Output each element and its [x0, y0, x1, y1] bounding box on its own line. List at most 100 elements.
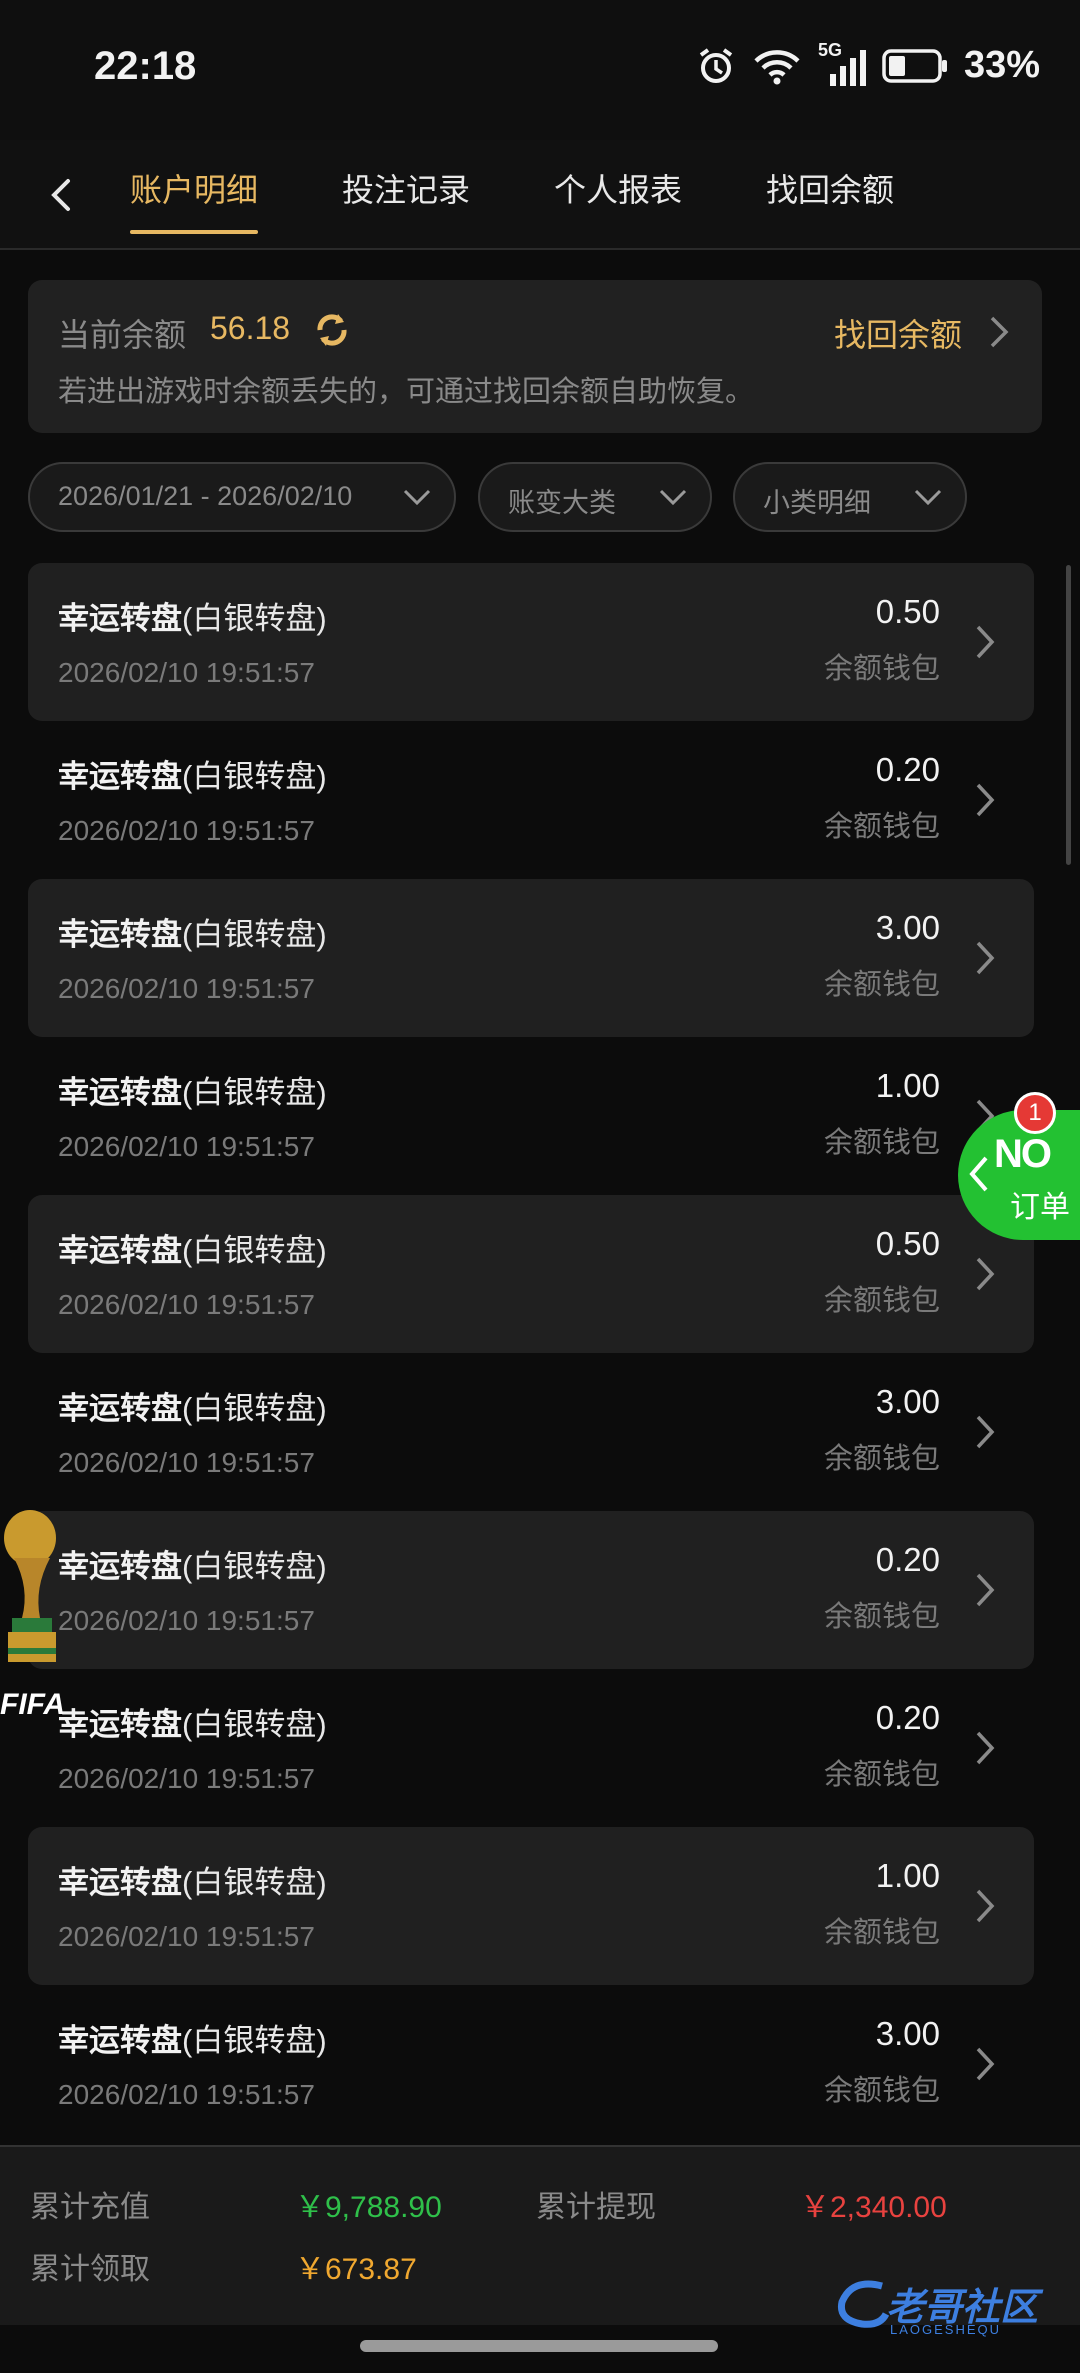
record-amount: 0.20	[875, 751, 940, 788]
trophy-float-icon[interactable]: FIFA	[0, 1508, 70, 1723]
top-nav: 账户明细 投注记录 个人报表 找回余额	[0, 140, 1080, 250]
record-amount: 3.00	[875, 909, 940, 946]
recover-balance-link[interactable]: 找回余额	[834, 310, 962, 356]
record-title: 幸运转盘(白银转盘)	[58, 1391, 327, 1426]
battery-percent: 33%	[963, 44, 1040, 86]
claim-label: 累计领取	[30, 2253, 150, 2286]
back-arrow-icon[interactable]	[30, 165, 90, 225]
chevron-right-icon	[976, 1889, 995, 1923]
record-row[interactable]: 幸运转盘(白银转盘) 2026/02/10 19:51:57 0.50 余额钱包	[28, 563, 1034, 721]
withdraw-value: ￥2,340.00	[800, 2191, 947, 2224]
record-amount: 0.50	[875, 1225, 940, 1262]
record-row[interactable]: 幸运转盘(白银转盘) 2026/02/10 19:51:57 0.20 余额钱包	[28, 1511, 1034, 1669]
record-row[interactable]: 幸运转盘(白银转盘) 2026/02/10 19:51:57 0.20 余额钱包	[28, 721, 1034, 879]
watermark-subtext: LAOGESHEQU	[890, 2322, 1002, 2337]
scrollbar[interactable]	[1066, 565, 1071, 865]
chevron-right-icon	[976, 1573, 995, 1607]
chevron-right-icon	[976, 625, 995, 659]
status-icons: 5G 33%	[696, 40, 1040, 87]
tab-recover-balance[interactable]: 找回余额	[766, 160, 894, 230]
record-subtitle: (白银转盘)	[182, 917, 327, 952]
signal-icon: 5G	[818, 40, 866, 86]
record-subtitle: (白银转盘)	[182, 759, 327, 794]
subcategory-filter[interactable]: 小类明细	[733, 462, 967, 532]
record-title: 幸运转盘(白银转盘)	[58, 1549, 327, 1584]
record-subtitle: (白银转盘)	[182, 1391, 327, 1426]
record-time: 2026/02/10 19:51:57	[58, 815, 315, 846]
tab-account-details[interactable]: 账户明细	[130, 160, 259, 234]
trophy-icon	[4, 1510, 56, 1662]
record-time: 2026/02/10 19:51:57	[58, 2079, 315, 2110]
chevron-right-icon	[976, 783, 995, 817]
record-time: 2026/02/10 19:51:57	[58, 1289, 315, 1320]
record-time: 2026/02/10 19:51:57	[58, 973, 315, 1004]
tab-bet-records[interactable]: 投注记录	[342, 160, 470, 230]
status-time: 22:18	[94, 44, 197, 88]
order-badge: 1	[1014, 1092, 1056, 1134]
record-amount: 0.50	[875, 593, 940, 630]
date-range-filter[interactable]: 2026/01/21 - 2026/02/10	[28, 462, 456, 532]
record-row[interactable]: 幸运转盘(白银转盘) 2026/02/10 19:51:57 3.00 余额钱包	[28, 1985, 1034, 2143]
record-time: 2026/02/10 19:51:57	[58, 1605, 315, 1636]
record-wallet: 余额钱包	[823, 811, 940, 843]
order-logo: NO	[994, 1132, 1052, 1176]
status-bar: 22:18 5G 33%	[0, 0, 1080, 140]
battery-icon	[882, 48, 947, 83]
refresh-icon[interactable]	[310, 308, 354, 352]
chevron-down-icon	[403, 489, 431, 506]
record-amount: 3.00	[875, 2015, 940, 2052]
record-title: 幸运转盘(白银转盘)	[58, 759, 327, 794]
tab-label: 账户明细	[130, 172, 259, 208]
balance-hint: 若进出游戏时余额丢失的，可通过找回余额自助恢复。	[58, 376, 755, 408]
deposit-label: 累计充值	[30, 2191, 150, 2224]
record-title: 幸运转盘(白银转盘)	[58, 1707, 327, 1742]
record-wallet: 余额钱包	[823, 653, 940, 685]
tab-personal-report[interactable]: 个人报表	[554, 160, 682, 230]
record-wallet: 余额钱包	[823, 1127, 940, 1159]
record-title: 幸运转盘(白银转盘)	[58, 1865, 327, 1900]
record-wallet: 余额钱包	[823, 1601, 940, 1633]
record-title: 幸运转盘(白银转盘)	[58, 1075, 327, 1110]
record-time: 2026/02/10 19:51:57	[58, 1131, 315, 1162]
chevron-right-icon	[976, 941, 995, 975]
record-row[interactable]: 幸运转盘(白银转盘) 2026/02/10 19:51:57 1.00 余额钱包	[28, 1827, 1034, 1985]
tab-label: 找回余额	[766, 172, 895, 208]
chevron-down-icon	[914, 489, 942, 506]
record-row[interactable]: 幸运转盘(白银转盘) 2026/02/10 19:51:57 0.20 余额钱包	[28, 1669, 1034, 1827]
record-wallet: 余额钱包	[823, 1285, 940, 1317]
dragon-logo-icon	[837, 2280, 890, 2328]
chevron-right-icon	[976, 1731, 995, 1765]
record-row[interactable]: 幸运转盘(白银转盘) 2026/02/10 19:51:57 0.50 余额钱包	[28, 1195, 1034, 1353]
record-row[interactable]: 幸运转盘(白银转盘) 2026/02/10 19:51:57 3.00 余额钱包	[28, 879, 1034, 1037]
record-amount: 0.20	[875, 1541, 940, 1578]
chevron-right-icon[interactable]	[984, 312, 1014, 352]
record-title: 幸运转盘(白银转盘)	[58, 2023, 327, 2058]
subcategory-value: 小类明细	[763, 488, 871, 518]
record-subtitle: (白银转盘)	[182, 2023, 327, 2058]
record-amount: 0.20	[875, 1699, 940, 1736]
trophy-label: FIFA	[0, 1688, 65, 1721]
tab-label: 个人报表	[554, 172, 683, 208]
chevron-right-icon	[976, 1415, 995, 1449]
record-wallet: 余额钱包	[823, 2075, 940, 2107]
record-subtitle: (白银转盘)	[182, 1865, 327, 1900]
chevron-right-icon	[976, 1257, 995, 1291]
deposit-value: ￥9,788.90	[295, 2191, 442, 2224]
chevron-left-icon	[969, 1156, 988, 1192]
date-range-value: 2026/01/21 - 2026/02/10	[58, 481, 353, 511]
floating-order-button[interactable]: NO 订单	[958, 1110, 1080, 1240]
record-row[interactable]: 幸运转盘(白银转盘) 2026/02/10 19:51:57 3.00 余额钱包	[28, 1353, 1034, 1511]
home-indicator[interactable]	[360, 2340, 718, 2352]
record-time: 2026/02/10 19:51:57	[58, 1921, 315, 1952]
record-subtitle: (白银转盘)	[182, 1075, 327, 1110]
wifi-icon	[754, 49, 800, 84]
tab-label: 投注记录	[342, 172, 471, 208]
record-row[interactable]: 幸运转盘(白银转盘) 2026/02/10 19:51:57 1.00 余额钱包	[28, 1037, 1034, 1195]
record-amount: 1.00	[875, 1857, 940, 1894]
balance-value: 56.18	[210, 310, 291, 346]
record-wallet: 余额钱包	[823, 969, 940, 1001]
order-label: 订单	[1010, 1191, 1070, 1224]
category-filter[interactable]: 账变大类	[478, 462, 712, 532]
alarm-icon	[699, 47, 733, 83]
balance-label: 当前余额	[58, 317, 187, 353]
